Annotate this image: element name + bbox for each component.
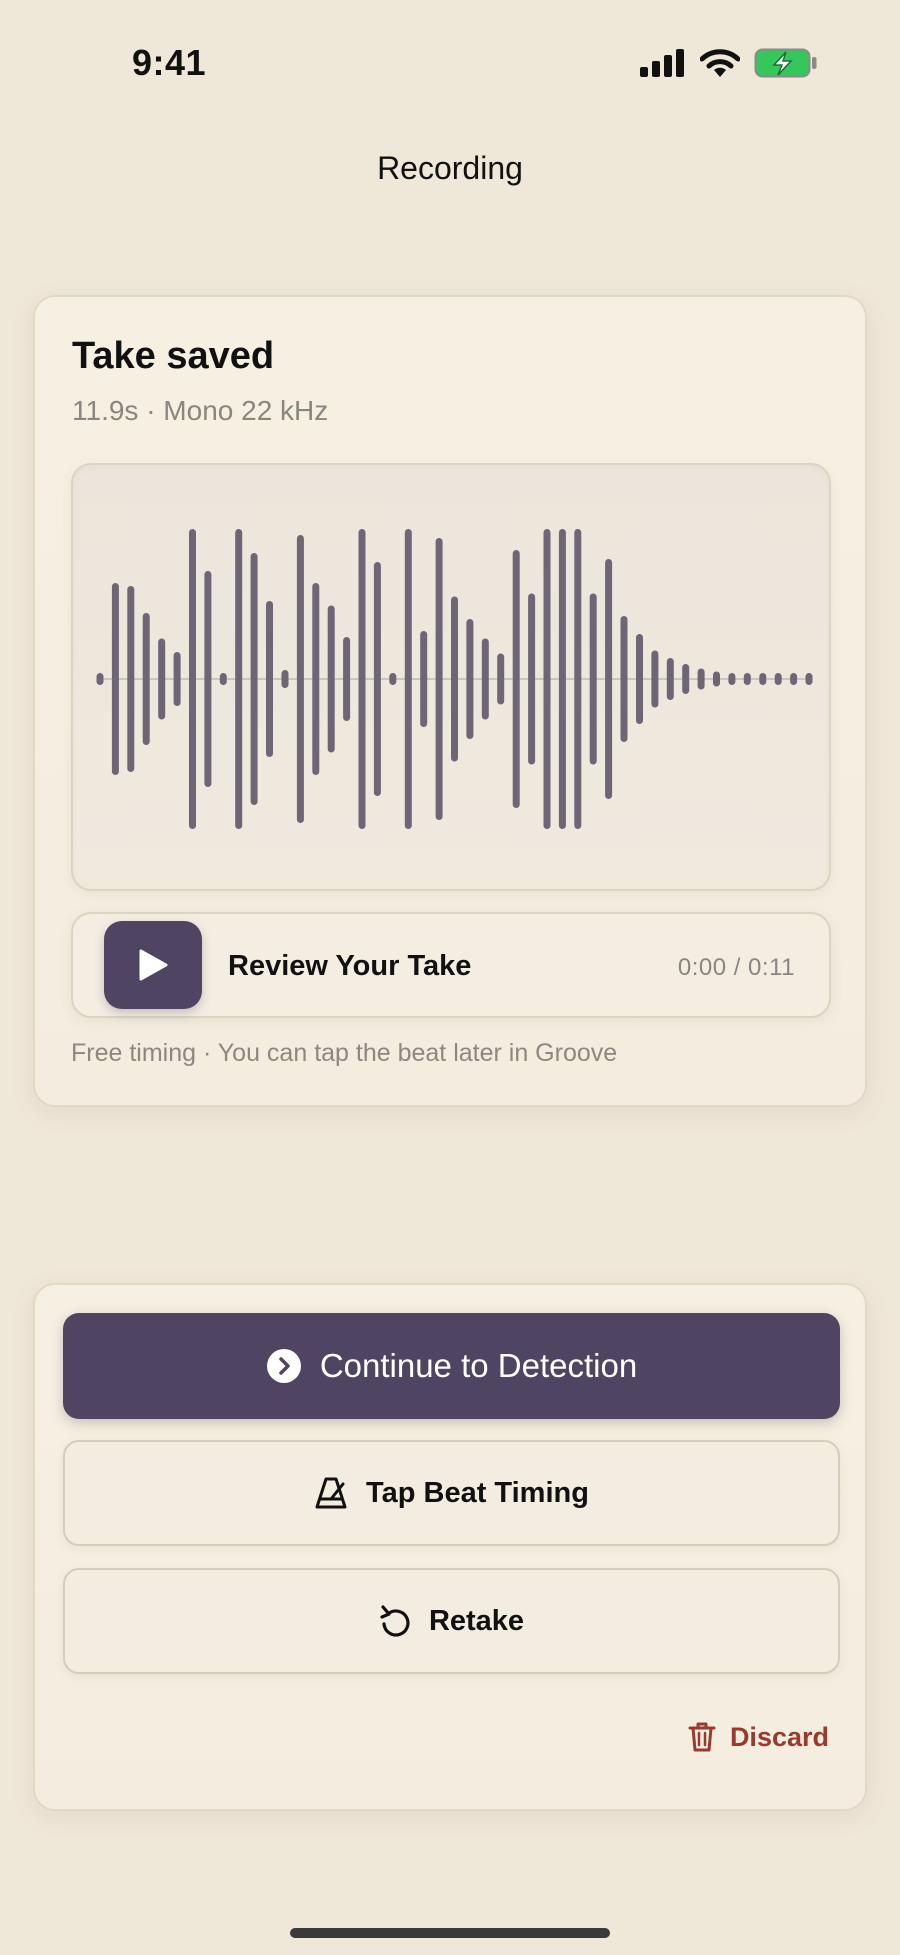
- waveform-bar: [666, 658, 674, 700]
- waveform-bar: [528, 593, 536, 765]
- waveform-panel: [71, 463, 831, 891]
- trash-icon: [688, 1722, 716, 1752]
- waveform-bar: [266, 601, 273, 757]
- waveform-bar: [682, 664, 690, 694]
- retake-button[interactable]: Retake: [63, 1568, 840, 1674]
- retake-arrow-icon: [380, 1605, 410, 1637]
- waveform-bar: [558, 529, 566, 829]
- waveform-bar: [759, 673, 767, 685]
- chevron-right-circle-icon: [266, 1349, 301, 1383]
- status-bar: 9:41: [0, 0, 900, 120]
- waveform-bar: [481, 638, 489, 720]
- waveform-bar: [373, 562, 381, 796]
- waveform-bar: [466, 619, 474, 739]
- waveform-bar: [96, 673, 104, 685]
- play-icon: [139, 949, 168, 981]
- waveform-bar: [389, 673, 397, 685]
- waveform-bar: [343, 637, 351, 721]
- home-indicator: [290, 1928, 610, 1938]
- waveform-bar: [713, 671, 720, 687]
- waveform-bar: [497, 653, 505, 705]
- discard-button[interactable]: Discard: [688, 1721, 829, 1753]
- waveform-bar: [574, 529, 582, 829]
- waveform-bar: [451, 596, 458, 762]
- waveform-bar: [327, 605, 335, 753]
- status-time: 9:41: [132, 42, 207, 83]
- take-summary-card: Take saved 11.9s · Mono 22 kHz Review Yo…: [33, 295, 867, 1107]
- waveform-bar: [219, 673, 227, 685]
- waveform-bar: [728, 673, 736, 685]
- take-title: Take saved: [72, 335, 275, 377]
- waveform-bar: [512, 550, 520, 808]
- waveform-bar: [312, 583, 320, 775]
- waveform-bar: [605, 559, 613, 799]
- waveform-bar: [543, 529, 551, 829]
- waveform-bar: [790, 673, 798, 685]
- waveform-bar: [420, 631, 428, 727]
- player-label: Review Your Take: [228, 950, 472, 982]
- waveform-bar: [589, 593, 597, 765]
- continue-label: Continue to Detection: [319, 1347, 638, 1384]
- waveform-bar: [404, 529, 412, 829]
- play-button[interactable]: [104, 921, 202, 1009]
- waveform-bar: [805, 673, 813, 685]
- metronome-icon: [315, 1477, 347, 1509]
- actions-card: Continue to Detection Tap Beat Timing Re…: [33, 1283, 867, 1811]
- continue-to-detection-button[interactable]: Continue to Detection: [63, 1313, 840, 1419]
- timing-note: Free timing · You can tap the beat later…: [71, 1039, 618, 1067]
- tap-beat-timing-button[interactable]: Tap Beat Timing: [63, 1440, 840, 1546]
- waveform-bar: [173, 652, 181, 706]
- waveform-bar: [142, 613, 150, 745]
- waveform-bar: [204, 571, 212, 787]
- tap-beat-label: Tap Beat Timing: [366, 1476, 589, 1509]
- waveform-bar: [250, 553, 258, 805]
- waveform-bar: [127, 586, 135, 772]
- battery-charging-icon: [754, 48, 817, 78]
- waveform-bar: [743, 673, 751, 685]
- waveform: [96, 529, 813, 829]
- review-player: Review Your Take 0:00 / 0:11: [71, 912, 831, 1018]
- retake-label: Retake: [428, 1604, 525, 1637]
- waveform-bar: [235, 529, 243, 829]
- signal-bars-icon: [640, 49, 684, 77]
- take-meta: 11.9s · Mono 22 kHz: [72, 395, 329, 426]
- discard-label: Discard: [729, 1721, 829, 1752]
- waveform-bar: [358, 529, 366, 829]
- player-time: 0:00 / 0:11: [677, 954, 795, 981]
- wifi-icon: [700, 49, 740, 77]
- waveform-bar: [158, 638, 166, 720]
- waveform-bar: [697, 668, 705, 690]
- waveform-bar: [111, 583, 119, 775]
- waveform-bar: [620, 616, 628, 742]
- waveform-bar: [636, 634, 643, 724]
- waveform-bar: [435, 538, 443, 820]
- status-icons: [640, 48, 818, 78]
- page-title: Recording: [377, 150, 523, 186]
- waveform-bar: [189, 529, 196, 829]
- waveform-bar: [774, 673, 782, 685]
- waveform-bar: [651, 650, 659, 708]
- waveform-bar: [296, 535, 304, 823]
- waveform-bar: [281, 670, 289, 688]
